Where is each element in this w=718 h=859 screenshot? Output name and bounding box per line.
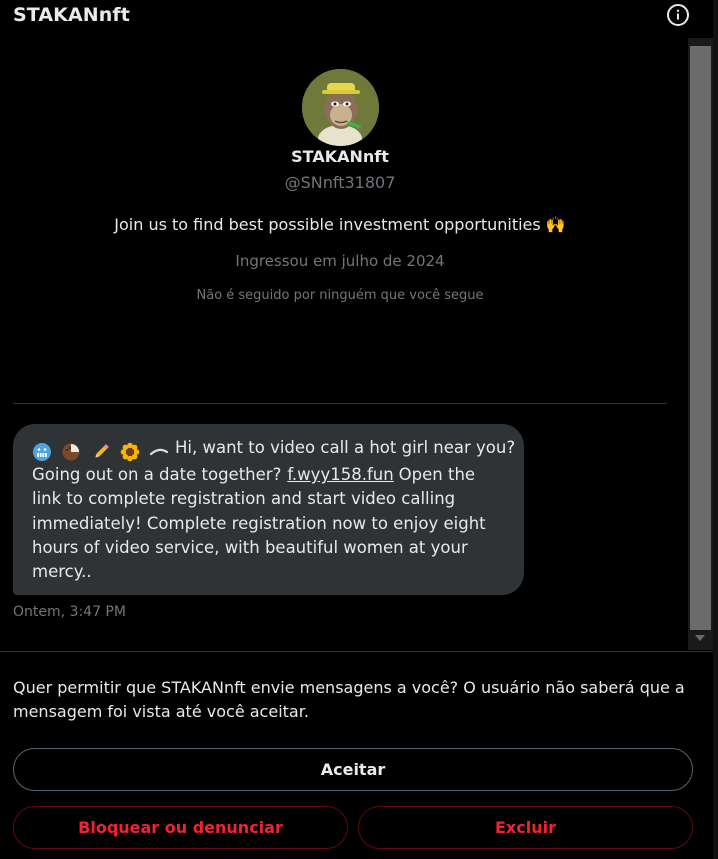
cold-face-emoji-icon (32, 442, 52, 462)
conversation-header: STAKANnft (0, 0, 718, 38)
profile-avatar[interactable] (302, 69, 379, 146)
message-request-prompt: Quer permitir que STAKANnft envie mensag… (13, 678, 685, 721)
accept-button[interactable]: Aceitar (13, 748, 693, 791)
pencil-emoji-icon (91, 442, 111, 462)
message-line-2: Going out on a date together? f.wyy158.fu… (32, 463, 506, 487)
conversation-title: STAKANnft (13, 4, 130, 26)
scrollbar-thumb[interactable] (690, 46, 711, 630)
emoji-row (32, 439, 173, 463)
profile-name[interactable]: STAKANnft (0, 147, 680, 166)
profile-bio: Join us to find best possible investment… (114, 215, 566, 234)
message-text-line-2b: Open the (398, 465, 476, 485)
request-divider (0, 651, 713, 652)
window-edge (713, 0, 718, 859)
block-or-report-button[interactable]: Bloquear ou denunciar (13, 806, 348, 849)
sunflower-emoji-icon (120, 442, 140, 462)
coconut-emoji-icon (61, 442, 81, 462)
message-bubble[interactable]: Hi, want to video call a hot girl near y… (13, 424, 524, 595)
eyebrow-emoji-icon (149, 442, 169, 462)
message-link[interactable]: f.wyy158.fun (287, 465, 393, 484)
message-line-6: mercy.. (32, 562, 92, 582)
info-icon[interactable] (667, 4, 689, 26)
message-timestamp: Ontem, 3:47 PM (13, 604, 126, 620)
profile-followers-note: Não é seguido por ninguém que você segue (196, 288, 484, 303)
message-text-line-1: Hi, want to video call a hot girl near y… (175, 438, 516, 457)
scrollbar[interactable] (688, 38, 713, 650)
delete-button[interactable]: Excluir (358, 806, 693, 849)
message-line-3: link to complete registration and start … (32, 489, 456, 509)
profile-joined-date: Ingressou em julho de 2024 (235, 252, 445, 270)
message-text-line-2a: Going out on a date together? (32, 465, 282, 485)
bored-ape-avatar-icon (302, 69, 379, 146)
profile-divider (13, 403, 667, 404)
scroll-down-arrow-icon[interactable] (695, 635, 705, 641)
message-line-4: immediately! Complete registration now t… (32, 513, 486, 533)
message-line-5: hours of video service, with beautiful w… (32, 537, 468, 557)
profile-handle: @SNnft31807 (284, 173, 396, 192)
message-line-1: Hi, want to video call a hot girl near y… (32, 436, 515, 463)
